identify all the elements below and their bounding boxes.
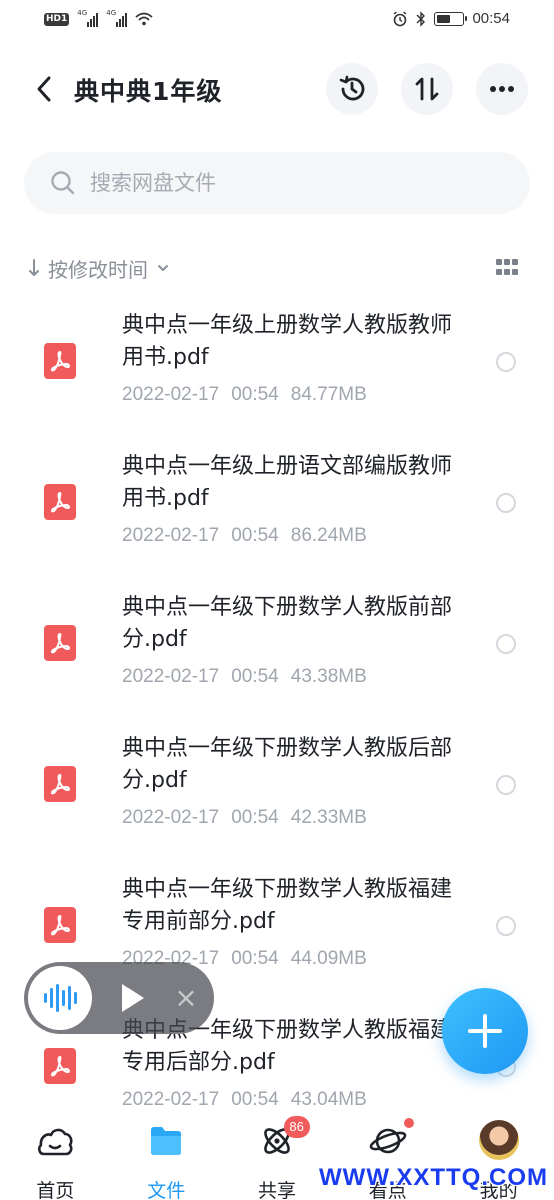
avatar bbox=[478, 1120, 519, 1160]
file-date: 2022-02-17 bbox=[122, 807, 220, 828]
pdf-file-icon bbox=[44, 484, 76, 520]
file-size: 44.09MB bbox=[290, 948, 367, 969]
cloud-home-icon bbox=[38, 1128, 73, 1156]
sort-dropdown[interactable]: 按修改时间 bbox=[28, 250, 528, 286]
file-row[interactable]: 典中点一年级上册数学人教版教师用书.pdf 2022-02-17 00:54 84.… bbox=[0, 306, 554, 447]
pdf-file-icon bbox=[44, 625, 76, 661]
pdf-file-icon bbox=[44, 907, 76, 943]
file-time: 00:54 bbox=[231, 948, 279, 969]
file-name: 典中点一年级下册数学人教版前部分.pdf bbox=[122, 595, 453, 652]
folder-icon bbox=[151, 1127, 182, 1155]
hd-label: HD bbox=[46, 13, 62, 24]
sim-slot-label: 1 bbox=[61, 13, 68, 24]
file-meta: 2022-02-17 00:54 84.77MB bbox=[122, 384, 367, 406]
file-size: 43.38MB bbox=[290, 666, 367, 687]
select-radio[interactable] bbox=[496, 775, 516, 795]
file-meta: 2022-02-17 00:54 86.24MB bbox=[122, 525, 367, 547]
file-time: 00:54 bbox=[231, 666, 279, 687]
battery-icon bbox=[434, 11, 468, 26]
file-size: 84.77MB bbox=[290, 384, 367, 405]
wifi-icon bbox=[135, 12, 153, 26]
file-name: 典中点一年级上册语文部编版教师用书.pdf bbox=[122, 454, 453, 511]
history-button[interactable] bbox=[326, 63, 378, 115]
select-radio[interactable] bbox=[496, 493, 516, 513]
status-right: 00:54 bbox=[392, 10, 510, 27]
network-type-2: 4G bbox=[106, 9, 117, 17]
select-radio[interactable] bbox=[496, 916, 516, 936]
file-time: 00:54 bbox=[231, 525, 279, 546]
bluetooth-icon bbox=[416, 10, 426, 27]
status-bar: HD1 4G 4G 00:54 bbox=[0, 0, 554, 42]
signal-1-icon: 4G bbox=[77, 9, 99, 27]
share-badge: 86 bbox=[283, 1116, 310, 1138]
alarm-icon bbox=[394, 10, 407, 26]
select-radio[interactable] bbox=[496, 352, 516, 372]
pdf-file-icon bbox=[44, 766, 76, 802]
file-date: 2022-02-17 bbox=[122, 666, 220, 687]
network-type-1: 4G bbox=[77, 9, 88, 17]
file-size: 43.04MB bbox=[290, 1089, 367, 1110]
file-name: 典中点一年级上册数学人教版教师用书.pdf bbox=[122, 313, 453, 370]
notification-dot bbox=[404, 1118, 415, 1128]
add-button[interactable] bbox=[442, 988, 528, 1074]
signal-2-icon: 4G bbox=[106, 9, 128, 27]
file-size: 86.24MB bbox=[290, 525, 367, 546]
chevron-down-icon bbox=[158, 265, 168, 271]
status-left: HD1 4G 4G bbox=[44, 9, 153, 27]
tab-share[interactable]: 86 共享 bbox=[222, 1108, 333, 1200]
sort-label: 按修改时间 bbox=[48, 257, 148, 282]
close-icon[interactable]: × bbox=[168, 980, 204, 1016]
history-icon bbox=[339, 75, 365, 101]
sort-row: 按修改时间 bbox=[28, 250, 528, 286]
search-bar[interactable] bbox=[24, 152, 530, 214]
floating-audio-player[interactable]: × bbox=[24, 962, 214, 1034]
file-date: 2022-02-17 bbox=[122, 384, 220, 405]
tab-files-label: 文件 bbox=[147, 1180, 186, 1200]
tab-files[interactable]: 文件 bbox=[111, 1108, 222, 1200]
select-radio[interactable] bbox=[496, 634, 516, 654]
file-size: 42.33MB bbox=[290, 807, 367, 828]
search-icon bbox=[51, 171, 75, 195]
watermark-text: WWW.XXTTQ.COM bbox=[319, 1164, 548, 1191]
status-time: 00:54 bbox=[472, 10, 510, 27]
more-button[interactable] bbox=[476, 63, 528, 115]
grid-view-icon[interactable] bbox=[496, 259, 518, 277]
more-dots-icon bbox=[490, 86, 514, 92]
sort-arrows-icon bbox=[415, 77, 439, 101]
file-row[interactable]: 典中点一年级下册数学人教版前部分.pdf 2022-02-17 00:54 43.3… bbox=[0, 588, 554, 729]
battery-level bbox=[437, 14, 451, 23]
pdf-file-icon bbox=[44, 343, 76, 379]
chevron-left-icon bbox=[37, 76, 51, 102]
tab-share-label: 共享 bbox=[257, 1180, 296, 1200]
file-time: 00:54 bbox=[231, 807, 279, 828]
sort-toggle-button[interactable] bbox=[401, 63, 453, 115]
play-icon[interactable] bbox=[122, 984, 144, 1012]
arrow-down-icon bbox=[29, 259, 39, 276]
file-row[interactable]: 典中点一年级上册语文部编版教师用书.pdf 2022-02-17 00:54 86.… bbox=[0, 447, 554, 588]
planet-icon bbox=[369, 1128, 407, 1154]
file-name: 典中点一年级下册数学人教版福建专用前部分.pdf bbox=[122, 877, 453, 934]
file-time: 00:54 bbox=[231, 1089, 279, 1110]
tab-home[interactable]: 首页 bbox=[0, 1108, 111, 1200]
file-name: 典中点一年级下册数学人教版后部分.pdf bbox=[122, 736, 453, 793]
hd-indicator: HD1 bbox=[44, 12, 70, 26]
tab-home-label: 首页 bbox=[36, 1180, 75, 1200]
header: 典中典1年级 bbox=[0, 60, 554, 118]
file-row[interactable]: 典中点一年级下册数学人教版后部分.pdf 2022-02-17 00:54 42.3… bbox=[0, 729, 554, 870]
file-meta: 2022-02-17 00:54 43.38MB bbox=[122, 666, 367, 688]
file-meta: 2022-02-17 00:54 42.33MB bbox=[122, 807, 367, 829]
file-date: 2022-02-17 bbox=[122, 525, 220, 546]
voice-wave-icon[interactable] bbox=[28, 966, 92, 1030]
pdf-file-icon bbox=[44, 1048, 76, 1084]
file-date: 2022-02-17 bbox=[122, 1089, 220, 1110]
file-time: 00:54 bbox=[231, 384, 279, 405]
back-button[interactable] bbox=[24, 69, 64, 109]
search-input[interactable] bbox=[90, 171, 470, 195]
page-title: 典中典1年级 bbox=[74, 77, 223, 106]
